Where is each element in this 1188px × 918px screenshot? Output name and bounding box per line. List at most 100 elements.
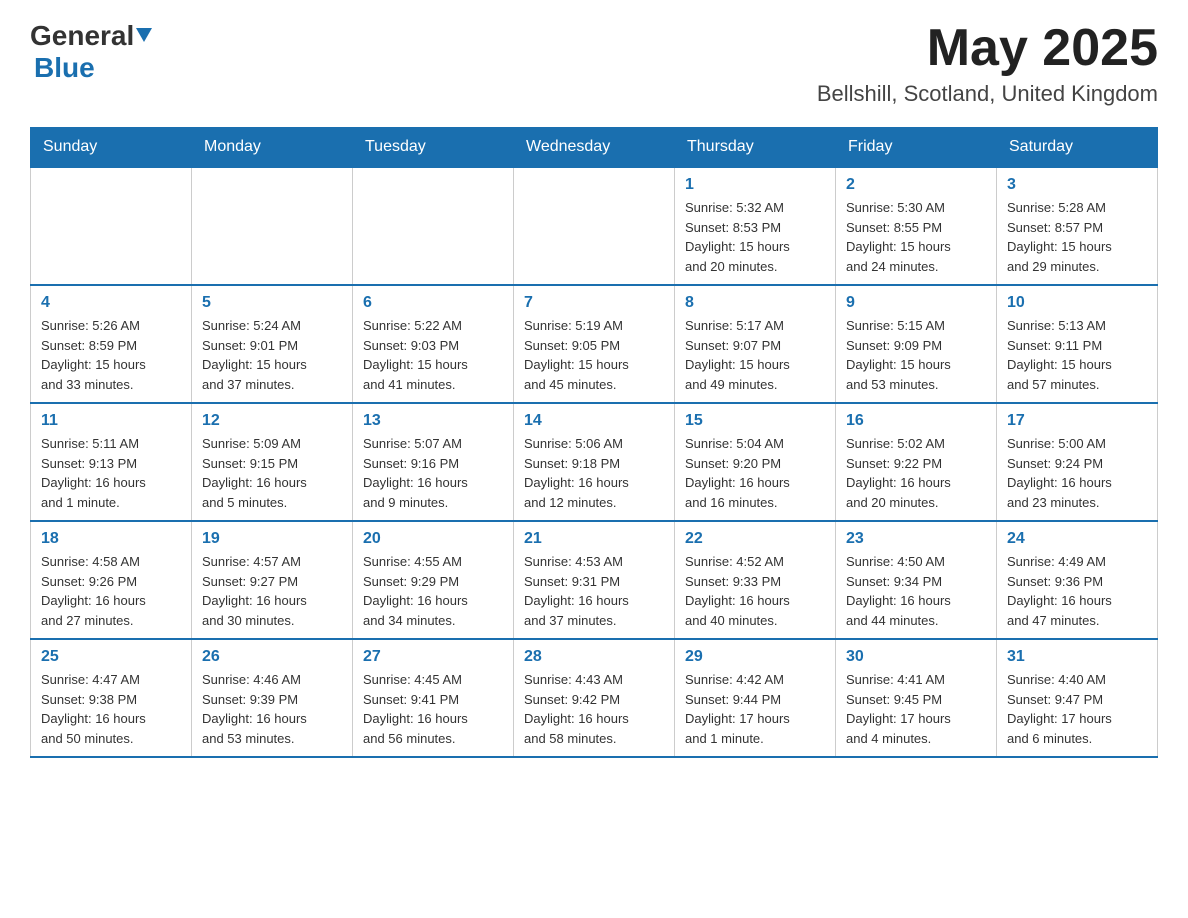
calendar-cell: 12Sunrise: 5:09 AM Sunset: 9:15 PM Dayli… [192, 403, 353, 521]
day-info: Sunrise: 5:24 AM Sunset: 9:01 PM Dayligh… [202, 316, 342, 394]
calendar-cell: 6 Sunrise: 5:22 AM Sunset: 9:03 PM Daylig… [353, 285, 514, 403]
day-info: Sunrise: 5:26 AM Sunset: 8:59 PM Dayligh… [41, 316, 181, 394]
day-info: Sunrise: 4:46 AM Sunset: 9:39 PM Dayligh… [202, 670, 342, 748]
day-number: 2 [846, 176, 986, 194]
day-number: 14 [524, 412, 664, 430]
page-header: General Blue May 2025 Bellshill, Scotlan… [30, 20, 1158, 107]
calendar-cell: 17 Sunrise: 5:00 AM Sunset: 9:24 PM Dayli… [997, 403, 1158, 521]
calendar-cell: 31 Sunrise: 4:40 AM Sunset: 9:47 PM Dayli… [997, 639, 1158, 757]
calendar-cell: 25Sunrise: 4:47 AM Sunset: 9:38 PM Dayli… [31, 639, 192, 757]
day-number: 24 [1007, 530, 1147, 548]
calendar-cell: 3 Sunrise: 5:28 AM Sunset: 8:57 PM Daylig… [997, 167, 1158, 285]
day-info: Sunrise: 4:53 AM Sunset: 9:31 PM Dayligh… [524, 552, 664, 630]
day-number: 3 [1007, 176, 1147, 194]
day-number: 18 [41, 530, 181, 548]
calendar-cell: 11 Sunrise: 5:11 AM Sunset: 9:13 PM Dayli… [31, 403, 192, 521]
day-number: 15 [685, 412, 825, 430]
calendar-table: SundayMondayTuesdayWednesdayThursdayFrid… [30, 127, 1158, 758]
weekday-header-wednesday: Wednesday [514, 128, 675, 168]
calendar-header-row: SundayMondayTuesdayWednesdayThursdayFrid… [31, 128, 1158, 168]
day-info: Sunrise: 5:11 AM Sunset: 9:13 PM Dayligh… [41, 434, 181, 512]
calendar-cell: 9 Sunrise: 5:15 AM Sunset: 9:09 PM Daylig… [836, 285, 997, 403]
day-info: Sunrise: 5:19 AM Sunset: 9:05 PM Dayligh… [524, 316, 664, 394]
day-info: Sunrise: 5:13 AM Sunset: 9:11 PM Dayligh… [1007, 316, 1147, 394]
calendar-cell: 15 Sunrise: 5:04 AM Sunset: 9:20 PM Dayli… [675, 403, 836, 521]
calendar-cell: 28Sunrise: 4:43 AM Sunset: 9:42 PM Dayli… [514, 639, 675, 757]
day-info: Sunrise: 5:17 AM Sunset: 9:07 PM Dayligh… [685, 316, 825, 394]
calendar-week-row: 1 Sunrise: 5:32 AM Sunset: 8:53 PM Daylig… [31, 167, 1158, 285]
title-section: May 2025 Bellshill, Scotland, United Kin… [817, 20, 1158, 107]
day-number: 12 [202, 412, 342, 430]
day-number: 9 [846, 294, 986, 312]
day-number: 1 [685, 176, 825, 194]
day-number: 29 [685, 648, 825, 666]
day-number: 7 [524, 294, 664, 312]
day-info: Sunrise: 4:50 AM Sunset: 9:34 PM Dayligh… [846, 552, 986, 630]
day-info: Sunrise: 5:04 AM Sunset: 9:20 PM Dayligh… [685, 434, 825, 512]
calendar-cell: 19Sunrise: 4:57 AM Sunset: 9:27 PM Dayli… [192, 521, 353, 639]
day-info: Sunrise: 4:55 AM Sunset: 9:29 PM Dayligh… [363, 552, 503, 630]
calendar-cell: 26Sunrise: 4:46 AM Sunset: 9:39 PM Dayli… [192, 639, 353, 757]
calendar-cell: 5Sunrise: 5:24 AM Sunset: 9:01 PM Daylig… [192, 285, 353, 403]
calendar-cell: 27 Sunrise: 4:45 AM Sunset: 9:41 PM Dayli… [353, 639, 514, 757]
day-info: Sunrise: 5:30 AM Sunset: 8:55 PM Dayligh… [846, 198, 986, 276]
day-number: 16 [846, 412, 986, 430]
day-info: Sunrise: 5:28 AM Sunset: 8:57 PM Dayligh… [1007, 198, 1147, 276]
day-info: Sunrise: 5:00 AM Sunset: 9:24 PM Dayligh… [1007, 434, 1147, 512]
calendar-week-row: 4Sunrise: 5:26 AM Sunset: 8:59 PM Daylig… [31, 285, 1158, 403]
weekday-header-friday: Friday [836, 128, 997, 168]
day-number: 23 [846, 530, 986, 548]
calendar-week-row: 18 Sunrise: 4:58 AM Sunset: 9:26 PM Dayli… [31, 521, 1158, 639]
logo-arrow-icon [136, 28, 152, 49]
calendar-cell: 20Sunrise: 4:55 AM Sunset: 9:29 PM Dayli… [353, 521, 514, 639]
location-title: Bellshill, Scotland, United Kingdom [817, 81, 1158, 107]
calendar-week-row: 11 Sunrise: 5:11 AM Sunset: 9:13 PM Dayli… [31, 403, 1158, 521]
calendar-cell: 16 Sunrise: 5:02 AM Sunset: 9:22 PM Dayli… [836, 403, 997, 521]
calendar-cell: 10Sunrise: 5:13 AM Sunset: 9:11 PM Dayli… [997, 285, 1158, 403]
calendar-cell: 2 Sunrise: 5:30 AM Sunset: 8:55 PM Daylig… [836, 167, 997, 285]
logo: General Blue [30, 20, 152, 84]
day-number: 22 [685, 530, 825, 548]
calendar-cell: 22Sunrise: 4:52 AM Sunset: 9:33 PM Dayli… [675, 521, 836, 639]
day-info: Sunrise: 5:06 AM Sunset: 9:18 PM Dayligh… [524, 434, 664, 512]
day-number: 8 [685, 294, 825, 312]
day-number: 21 [524, 530, 664, 548]
month-title: May 2025 [817, 20, 1158, 77]
day-info: Sunrise: 4:40 AM Sunset: 9:47 PM Dayligh… [1007, 670, 1147, 748]
day-info: Sunrise: 5:32 AM Sunset: 8:53 PM Dayligh… [685, 198, 825, 276]
day-info: Sunrise: 5:07 AM Sunset: 9:16 PM Dayligh… [363, 434, 503, 512]
weekday-header-monday: Monday [192, 128, 353, 168]
day-number: 11 [41, 412, 181, 430]
calendar-cell: 23 Sunrise: 4:50 AM Sunset: 9:34 PM Dayli… [836, 521, 997, 639]
weekday-header-thursday: Thursday [675, 128, 836, 168]
day-info: Sunrise: 4:57 AM Sunset: 9:27 PM Dayligh… [202, 552, 342, 630]
day-number: 25 [41, 648, 181, 666]
weekday-header-saturday: Saturday [997, 128, 1158, 168]
day-number: 17 [1007, 412, 1147, 430]
calendar-cell: 29Sunrise: 4:42 AM Sunset: 9:44 PM Dayli… [675, 639, 836, 757]
day-info: Sunrise: 5:15 AM Sunset: 9:09 PM Dayligh… [846, 316, 986, 394]
calendar-cell: 1 Sunrise: 5:32 AM Sunset: 8:53 PM Daylig… [675, 167, 836, 285]
day-info: Sunrise: 4:49 AM Sunset: 9:36 PM Dayligh… [1007, 552, 1147, 630]
day-number: 6 [363, 294, 503, 312]
calendar-cell [31, 167, 192, 285]
day-info: Sunrise: 4:43 AM Sunset: 9:42 PM Dayligh… [524, 670, 664, 748]
calendar-cell [192, 167, 353, 285]
calendar-cell: 14 Sunrise: 5:06 AM Sunset: 9:18 PM Dayli… [514, 403, 675, 521]
day-number: 13 [363, 412, 503, 430]
day-number: 27 [363, 648, 503, 666]
day-info: Sunrise: 4:58 AM Sunset: 9:26 PM Dayligh… [41, 552, 181, 630]
weekday-header-sunday: Sunday [31, 128, 192, 168]
calendar-cell: 7 Sunrise: 5:19 AM Sunset: 9:05 PM Daylig… [514, 285, 675, 403]
day-number: 31 [1007, 648, 1147, 666]
calendar-cell: 30Sunrise: 4:41 AM Sunset: 9:45 PM Dayli… [836, 639, 997, 757]
calendar-cell: 13 Sunrise: 5:07 AM Sunset: 9:16 PM Dayli… [353, 403, 514, 521]
day-info: Sunrise: 4:45 AM Sunset: 9:41 PM Dayligh… [363, 670, 503, 748]
weekday-header-tuesday: Tuesday [353, 128, 514, 168]
calendar-cell: 21 Sunrise: 4:53 AM Sunset: 9:31 PM Dayli… [514, 521, 675, 639]
calendar-cell: 4Sunrise: 5:26 AM Sunset: 8:59 PM Daylig… [31, 285, 192, 403]
calendar-cell: 18 Sunrise: 4:58 AM Sunset: 9:26 PM Dayli… [31, 521, 192, 639]
day-info: Sunrise: 5:02 AM Sunset: 9:22 PM Dayligh… [846, 434, 986, 512]
day-info: Sunrise: 5:22 AM Sunset: 9:03 PM Dayligh… [363, 316, 503, 394]
calendar-cell [353, 167, 514, 285]
